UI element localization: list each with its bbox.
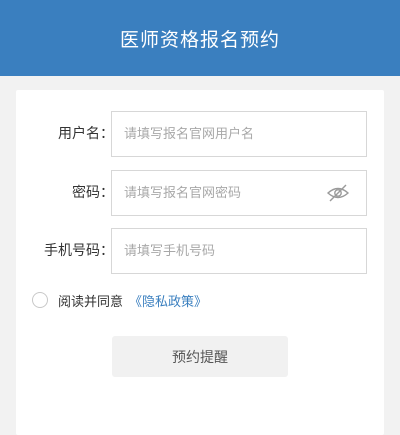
- password-label: 密码：: [72, 185, 114, 201]
- phone-row: 手机号码：: [16, 228, 384, 274]
- eye-off-icon[interactable]: [326, 183, 350, 203]
- password-row: 密码：: [16, 170, 384, 216]
- reservation-form: 用户名： 密码： 手机号码： 阅读并同意 《隐私政策》 预约提醒: [16, 90, 384, 435]
- agreement-radio[interactable]: [32, 292, 48, 308]
- username-row: 用户名：: [16, 111, 384, 157]
- agreement-row: 阅读并同意 《隐私政策》: [32, 290, 207, 310]
- username-input[interactable]: [111, 111, 367, 157]
- page-title: 医师资格报名预约: [119, 28, 280, 51]
- privacy-policy-link[interactable]: 《隐私政策》: [129, 291, 207, 310]
- username-label: 用户名：: [58, 126, 114, 142]
- agreement-text: 阅读并同意: [58, 294, 124, 310]
- app-header: 医师资格报名预约: [0, 0, 400, 76]
- reserve-reminder-button[interactable]: 预约提醒: [112, 336, 288, 377]
- phone-input[interactable]: [111, 228, 367, 274]
- phone-label: 手机号码：: [44, 243, 114, 259]
